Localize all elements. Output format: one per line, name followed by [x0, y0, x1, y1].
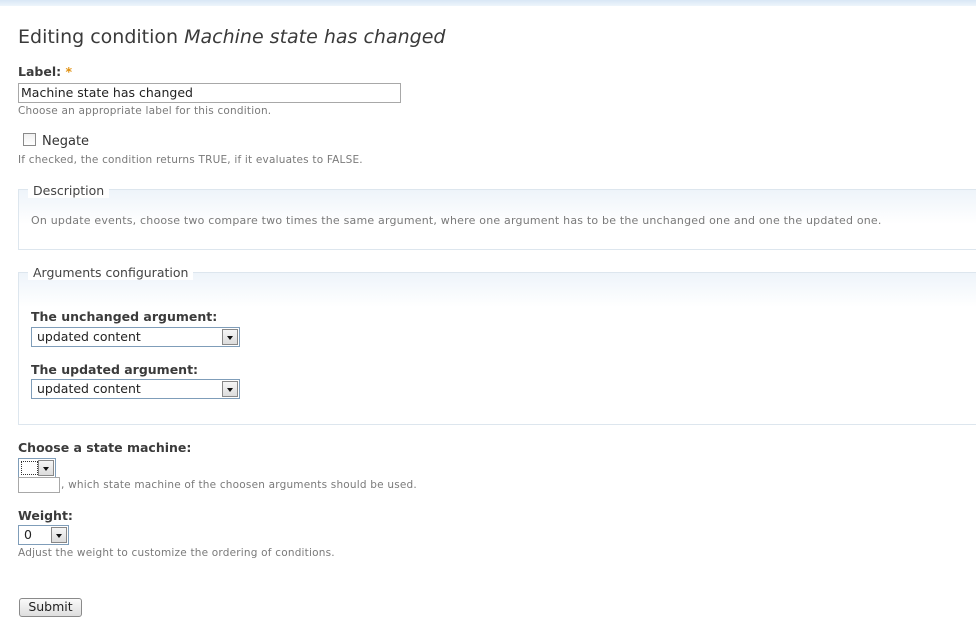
required-marker: *	[65, 64, 73, 79]
top-bar	[0, 0, 976, 6]
unchanged-argument-value: updated content	[37, 329, 141, 344]
focus-ring	[21, 461, 38, 475]
page-title-condition: Machine state has changed	[184, 26, 446, 48]
state-machine-label: Choose a state machine:	[18, 440, 192, 455]
weight-value: 0	[24, 527, 32, 542]
arguments-legend: Arguments configuration	[28, 265, 194, 280]
unchanged-argument-label: The unchanged argument:	[31, 309, 218, 324]
page-title: Editing condition Machine state has chan…	[18, 26, 445, 48]
chevron-down-icon	[51, 527, 67, 543]
negate-help-text: If checked, the condition returns TRUE, …	[18, 154, 363, 166]
weight-help-text: Adjust the weight to customize the order…	[18, 547, 335, 559]
description-legend: Description	[28, 183, 110, 198]
weight-label: Weight:	[18, 508, 73, 523]
submit-button[interactable]: Submit	[19, 598, 82, 617]
page-title-prefix: Editing condition	[18, 26, 179, 48]
updated-argument-label: The updated argument:	[31, 362, 199, 377]
label-field-label-text: Label:	[18, 64, 62, 79]
chevron-down-icon	[222, 381, 238, 397]
unchanged-argument-select[interactable]: updated content	[31, 327, 240, 347]
arguments-fieldset	[18, 272, 976, 425]
label-input[interactable]: Machine state has changed	[18, 83, 401, 103]
negate-label: Negate	[42, 134, 90, 149]
state-machine-help-text: , which state machine of the choosen arg…	[61, 479, 417, 491]
chevron-down-icon	[38, 460, 54, 476]
label-field-label: Label: *	[18, 64, 72, 79]
negate-checkbox[interactable]	[23, 133, 36, 146]
weight-select[interactable]: 0	[18, 525, 69, 545]
description-text: On update events, choose two compare two…	[31, 214, 882, 227]
state-machine-select[interactable]	[18, 458, 56, 478]
chevron-down-icon	[222, 329, 238, 345]
updated-argument-value: updated content	[37, 381, 141, 396]
label-help-text: Choose an appropriate label for this con…	[18, 105, 272, 117]
updated-argument-select[interactable]: updated content	[31, 379, 240, 399]
state-machine-text-input[interactable]	[18, 477, 60, 493]
